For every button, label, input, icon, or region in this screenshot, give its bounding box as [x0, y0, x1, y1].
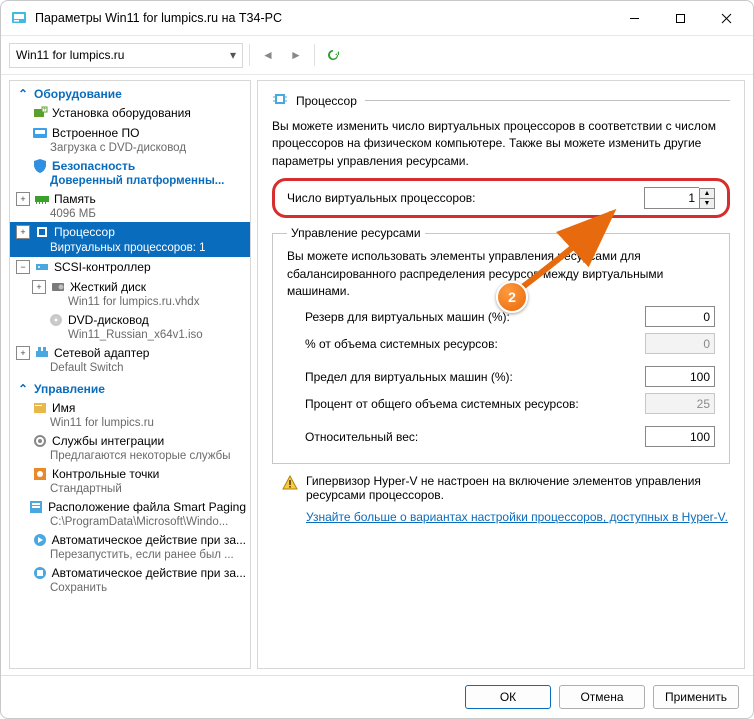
tree-add-hardware[interactable]: + Установка оборудования — [10, 103, 250, 123]
firmware-icon — [32, 125, 48, 141]
checkpoint-icon — [32, 466, 48, 482]
refresh-button[interactable] — [321, 43, 345, 67]
tree-smartpaging[interactable]: Расположение файла Smart Paging — [10, 497, 250, 517]
learn-more-link[interactable]: Узнайте больше о вариантах настройки про… — [306, 510, 728, 524]
tree-firmware[interactable]: Встроенное ПО — [10, 123, 250, 143]
vcpu-label: Число виртуальных процессоров: — [287, 191, 475, 205]
tree-security[interactable]: Безопасность — [10, 156, 250, 176]
warning-icon — [282, 475, 298, 491]
vcpu-input[interactable] — [644, 187, 699, 209]
tree-checkpoints[interactable]: Контрольные точки — [10, 464, 250, 484]
name-icon — [32, 400, 48, 416]
tree-processor-sub: Виртуальных процессоров: 1 — [10, 242, 250, 257]
collapse-icon: ⌃ — [18, 87, 28, 101]
titlebar: Параметры Win11 for lumpics.ru на T34-PC — [1, 1, 753, 36]
svg-text:+: + — [43, 107, 47, 113]
pct-sys-input — [645, 333, 715, 354]
tree-processor[interactable]: + Процессор — [10, 222, 250, 242]
shield-icon — [32, 158, 48, 174]
tree-security-sub: Доверенный платформенны... — [10, 175, 250, 187]
pct-sys-label: % от объема системных ресурсов: — [305, 337, 645, 351]
apply-button[interactable]: Применить — [653, 685, 739, 709]
ok-button[interactable]: ОК — [465, 685, 551, 709]
tree-memory-sub: 4096 МБ — [10, 208, 250, 220]
tree-hdd-sub: Win11 for lumpics.ru.vhdx — [10, 296, 250, 308]
toolbar: Win11 for lumpics.ru ▾ ◄ ► — [1, 36, 753, 75]
autostart-icon — [32, 532, 48, 548]
content-pane: Процессор Вы можете изменить число вирту… — [257, 80, 745, 669]
weight-label: Относительный вес: — [305, 430, 645, 444]
hdd-icon — [50, 279, 66, 295]
tree-dvd[interactable]: DVD-дисковод — [10, 310, 250, 330]
spin-down-button[interactable]: ▼ — [700, 199, 714, 208]
tree-autostart-sub: Перезапустить, если ранее был ... — [10, 549, 250, 561]
resource-management-group: Управление ресурсами Вы можете использов… — [272, 226, 730, 464]
dvd-icon — [48, 312, 64, 328]
limit-label: Предел для виртуальных машин (%): — [305, 370, 645, 384]
weight-input[interactable] — [645, 426, 715, 447]
vm-selector-value: Win11 for lumpics.ru — [16, 48, 124, 62]
add-hardware-icon: + — [32, 105, 48, 121]
memory-icon — [34, 191, 50, 207]
pct-total-label: Процент от общего объема системных ресур… — [305, 397, 645, 411]
limit-input[interactable] — [645, 366, 715, 387]
section-management[interactable]: ⌃ Управление — [10, 376, 250, 398]
cpu-icon — [34, 224, 50, 240]
settings-tree: ⌃ Оборудование + Установка оборудования … — [9, 80, 251, 669]
reserve-label: Резерв для виртуальных машин (%): — [305, 310, 645, 324]
warning-text: Гипервизор Hyper-V не настроен на включе… — [306, 474, 730, 502]
tree-name[interactable]: Имя — [10, 398, 250, 418]
annotation-badge: 2 — [496, 281, 528, 313]
collapse-icon: ⌃ — [18, 382, 28, 396]
dialog-footer: ОК Отмена Применить — [1, 675, 753, 718]
tree-checkpoints-sub: Стандартный — [10, 483, 250, 495]
reserve-input[interactable] — [645, 306, 715, 327]
pane-title-row: Процессор — [272, 91, 730, 110]
tree-smartpaging-sub: C:\ProgramData\Microsoft\Windo... — [10, 516, 250, 528]
window-title: Параметры Win11 for lumpics.ru на T34-PC — [35, 11, 611, 25]
network-icon — [34, 345, 50, 361]
vcpu-spinner[interactable]: ▲ ▼ — [644, 187, 715, 209]
tree-dvd-sub: Win11_Russian_x64v1.iso — [10, 329, 250, 341]
maximize-button[interactable] — [657, 3, 703, 33]
tree-memory[interactable]: + Память — [10, 189, 250, 209]
tree-network[interactable]: + Сетевой адаптер — [10, 343, 250, 363]
tree-autostop-sub: Сохранить — [10, 582, 250, 594]
app-icon — [11, 10, 27, 26]
tree-autostart[interactable]: Автоматическое действие при за... — [10, 530, 250, 550]
warning-row: Гипервизор Hyper-V не настроен на включе… — [282, 474, 730, 502]
section-hardware[interactable]: ⌃ Оборудование — [10, 81, 250, 103]
vcpu-row-callout: Число виртуальных процессоров: ▲ ▼ — [272, 178, 730, 218]
tree-scsi[interactable]: − SCSI-контроллер — [10, 257, 250, 277]
tree-name-sub: Win11 for lumpics.ru — [10, 417, 250, 429]
nav-back-button[interactable]: ◄ — [256, 43, 280, 67]
spin-up-button[interactable]: ▲ — [700, 189, 714, 199]
pane-title: Процессор — [296, 94, 357, 108]
chevron-down-icon: ▾ — [230, 48, 236, 62]
scsi-icon — [34, 259, 50, 275]
minimize-button[interactable] — [611, 3, 657, 33]
tree-firmware-sub: Загрузка с DVD-дисковод — [10, 142, 250, 154]
tree-integration[interactable]: Службы интеграции — [10, 431, 250, 451]
settings-window: Параметры Win11 for lumpics.ru на T34-PC… — [0, 0, 754, 719]
tree-integration-sub: Предлагаются некоторые службы — [10, 450, 250, 462]
tree-hdd[interactable]: + Жесткий диск — [10, 277, 250, 297]
cpu-icon — [272, 91, 288, 110]
tree-network-sub: Default Switch — [10, 362, 250, 374]
pane-description: Вы можете изменить число виртуальных про… — [272, 118, 730, 170]
services-icon — [32, 433, 48, 449]
pct-total-input — [645, 393, 715, 414]
smartpaging-icon — [28, 499, 44, 515]
nav-forward-button[interactable]: ► — [284, 43, 308, 67]
cancel-button[interactable]: Отмена — [559, 685, 645, 709]
vm-selector[interactable]: Win11 for lumpics.ru ▾ — [9, 43, 243, 68]
close-button[interactable] — [703, 3, 749, 33]
autostop-icon — [32, 565, 48, 581]
tree-autostop[interactable]: Автоматическое действие при за... — [10, 563, 250, 583]
rm-legend: Управление ресурсами — [287, 226, 425, 240]
